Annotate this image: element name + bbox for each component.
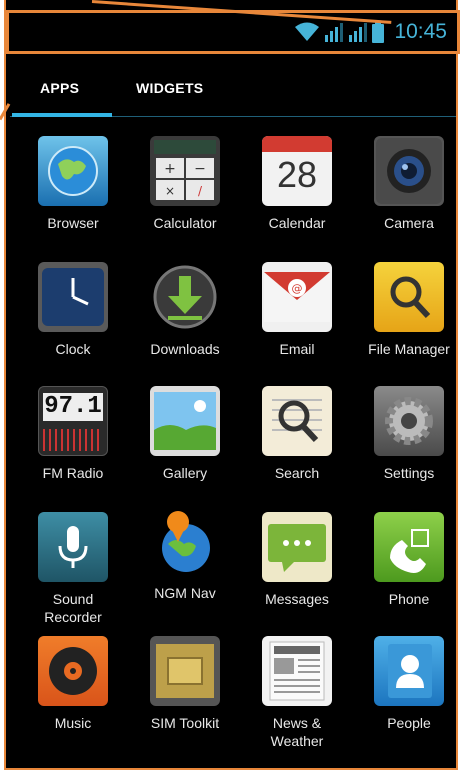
app-email[interactable]: @ Email — [242, 262, 352, 358]
app-label: Music — [54, 715, 92, 731]
tab-widgets[interactable]: WIDGETS — [136, 80, 203, 96]
app-label: Calculator — [153, 215, 217, 231]
app-label: Search — [274, 465, 320, 481]
app-ngm-nav[interactable]: NGM Nav — [130, 506, 240, 602]
app-label: Settings — [383, 465, 435, 481]
app-fm-radio[interactable]: 97.1 FM Radio — [18, 386, 128, 482]
status-time: 10:45 — [394, 20, 447, 43]
app-label: Clock — [55, 341, 91, 357]
app-label: NGM Nav — [154, 585, 216, 601]
music-icon — [38, 636, 108, 706]
app-label: SIM Toolkit — [150, 715, 220, 731]
app-calendar[interactable]: 28 Calendar — [242, 136, 352, 232]
app-search[interactable]: Search — [242, 386, 352, 482]
app-label: Phone — [388, 591, 430, 607]
app-label: File Manager — [368, 341, 450, 357]
app-people[interactable]: People — [354, 636, 462, 732]
fm-radio-frequency: 97.1 — [43, 393, 103, 421]
contacts-icon — [374, 636, 444, 706]
signal-icon — [325, 23, 344, 42]
phone-icon — [374, 512, 444, 582]
signal-icon-2 — [349, 23, 368, 42]
svg-text:×: × — [165, 184, 175, 198]
calendar-icon: 28 — [262, 136, 332, 206]
app-label: People — [387, 715, 431, 731]
svg-text:+: + — [164, 161, 176, 177]
app-label: Browser — [47, 215, 99, 231]
app-gallery[interactable]: Gallery — [130, 386, 240, 482]
app-downloads[interactable]: Downloads — [130, 262, 240, 358]
app-camera[interactable]: Camera — [354, 136, 462, 232]
app-phone[interactable]: Phone — [354, 512, 462, 608]
wifi-icon — [295, 22, 320, 41]
camera-icon — [374, 136, 444, 206]
email-icon: @ — [262, 262, 332, 332]
svg-text:@: @ — [292, 282, 303, 295]
app-clock[interactable]: Clock — [18, 262, 128, 358]
tab-bar: APPS WIDGETS — [10, 64, 456, 122]
app-label: Sound Recorder — [44, 591, 102, 625]
calculator-icon: + − × / — [150, 136, 220, 206]
calendar-day: 28 — [276, 154, 318, 195]
clock-icon — [38, 262, 108, 332]
app-music[interactable]: Music — [18, 636, 128, 732]
app-file-manager[interactable]: File Manager — [354, 262, 462, 358]
app-label: Email — [279, 341, 315, 357]
tab-active-indicator — [12, 113, 112, 117]
fm-radio-icon: 97.1 — [38, 386, 108, 456]
app-browser[interactable]: Browser — [18, 136, 128, 232]
svg-text:−: − — [194, 161, 206, 177]
app-sim-toolkit[interactable]: SIM Toolkit — [130, 636, 240, 732]
newspaper-icon — [262, 636, 332, 706]
settings-gear-icon — [374, 386, 444, 456]
app-calculator[interactable]: + − × / Calculator — [130, 136, 240, 232]
gallery-icon — [150, 386, 220, 456]
app-label: Gallery — [162, 465, 208, 481]
battery-icon — [372, 21, 385, 43]
microphone-icon — [38, 512, 108, 582]
browser-icon — [38, 136, 108, 206]
messages-icon — [262, 512, 332, 582]
app-sound-recorder[interactable]: Sound Recorder — [18, 512, 128, 626]
app-settings[interactable]: Settings — [354, 386, 462, 482]
app-label: Messages — [265, 591, 329, 607]
app-label: Camera — [384, 215, 434, 231]
search-icon — [262, 386, 332, 456]
tab-apps[interactable]: APPS — [40, 80, 79, 96]
download-icon — [150, 262, 220, 332]
phone-screen: 10:45 APPS WIDGETS Browser + − × / Calcu… — [4, 0, 460, 770]
app-label: Calendar — [268, 215, 326, 231]
sim-card-icon — [150, 636, 220, 706]
status-bar: 10:45 — [6, 10, 460, 54]
app-label: News & Weather — [270, 715, 324, 749]
file-manager-icon — [374, 262, 444, 332]
app-label: Downloads — [150, 341, 220, 357]
app-news-weather[interactable]: News & Weather — [242, 636, 352, 750]
app-messages[interactable]: Messages — [242, 512, 352, 608]
globe-pin-icon — [150, 506, 220, 576]
app-label: FM Radio — [42, 465, 104, 481]
